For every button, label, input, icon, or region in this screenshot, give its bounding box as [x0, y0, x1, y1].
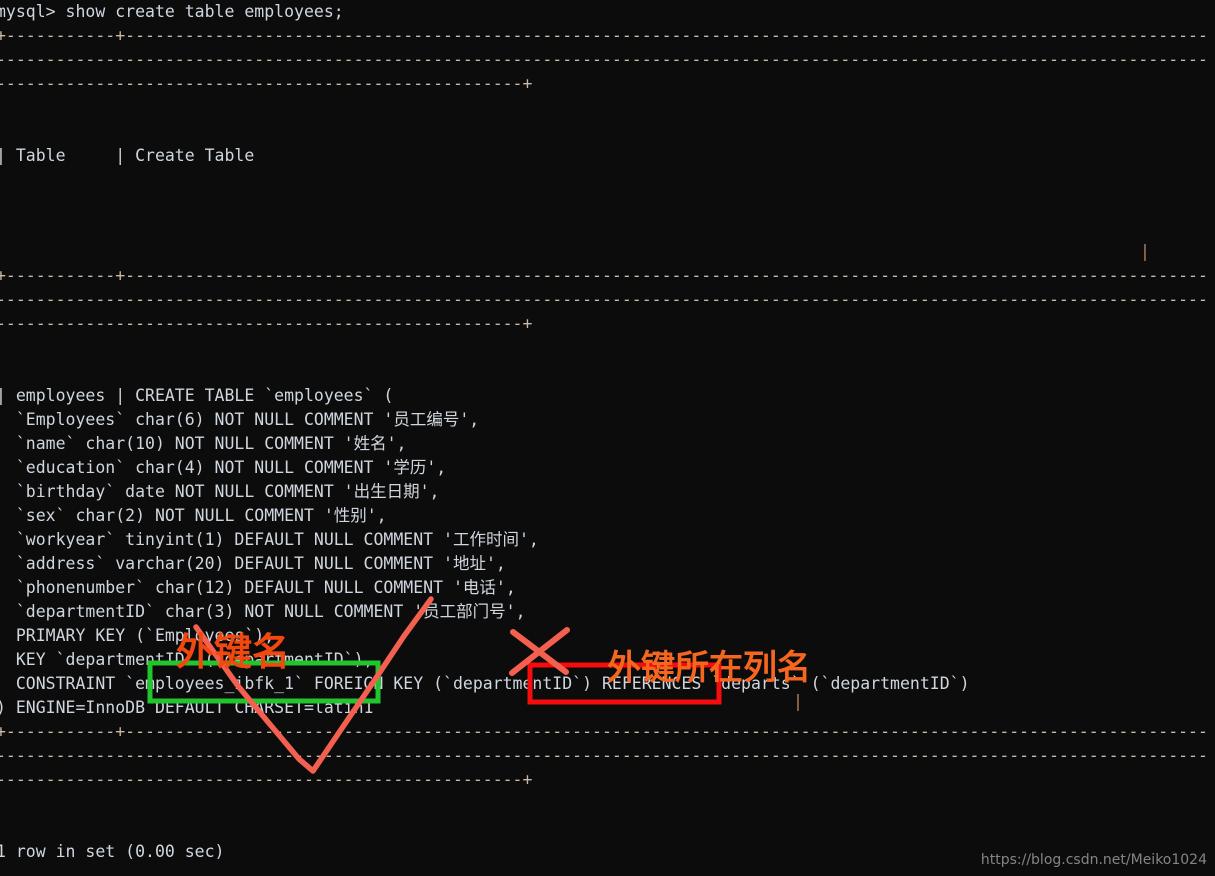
terminal-footer-status: 1 row in set (0.00 sec): [0, 842, 225, 861]
sql-line: ) ENGINE=InnoDB DEFAULT CHARSET=latin1: [0, 698, 374, 717]
terminal-prompt-line: mysql> show create table employees;: [0, 2, 344, 21]
sql-line: `Employees` char(6) NOT NULL COMMENT '员工…: [0, 410, 480, 429]
sql-line: `birthday` date NOT NULL COMMENT '出生日期',: [0, 482, 440, 501]
terminal-output: mysql> show create table employees; +---…: [0, 0, 1215, 876]
terminal-header-wrap-pipe: |: [1140, 242, 1150, 261]
sql-line: CONSTRAINT `employees_ibfk_1` FOREIGN KE…: [0, 674, 970, 693]
terminal-rule-bottom: +-----------+---------------------------…: [0, 722, 1208, 789]
sql-line: `address` varchar(20) DEFAULT NULL COMME…: [0, 554, 506, 573]
terminal-rule-top: +-----------+---------------------------…: [0, 26, 1208, 93]
terminal-result-wrap-pipe: |: [793, 692, 803, 711]
fk-name-annotation-label: 外键名: [176, 630, 291, 674]
terminal-result-row: | employees | CREATE TABLE `employees` (: [0, 386, 394, 405]
terminal-header-row: | Table | Create Table: [0, 146, 255, 165]
sql-line: `sex` char(2) NOT NULL COMMENT '性别',: [0, 506, 387, 525]
sql-line: `name` char(10) NOT NULL COMMENT '姓名',: [0, 434, 407, 453]
watermark: https://blog.csdn.net/Meiko1024: [980, 852, 1207, 868]
sql-line: `workyear` tinyint(1) DEFAULT NULL COMME…: [0, 530, 539, 549]
fk-column-annotation-label: 外键所在列名: [607, 648, 811, 688]
terminal-rule-middle: +-----------+---------------------------…: [0, 266, 1208, 333]
sql-line: `education` char(4) NOT NULL COMMENT '学历…: [0, 458, 447, 477]
sql-line: `phonenumber` char(12) DEFAULT NULL COMM…: [0, 578, 516, 597]
